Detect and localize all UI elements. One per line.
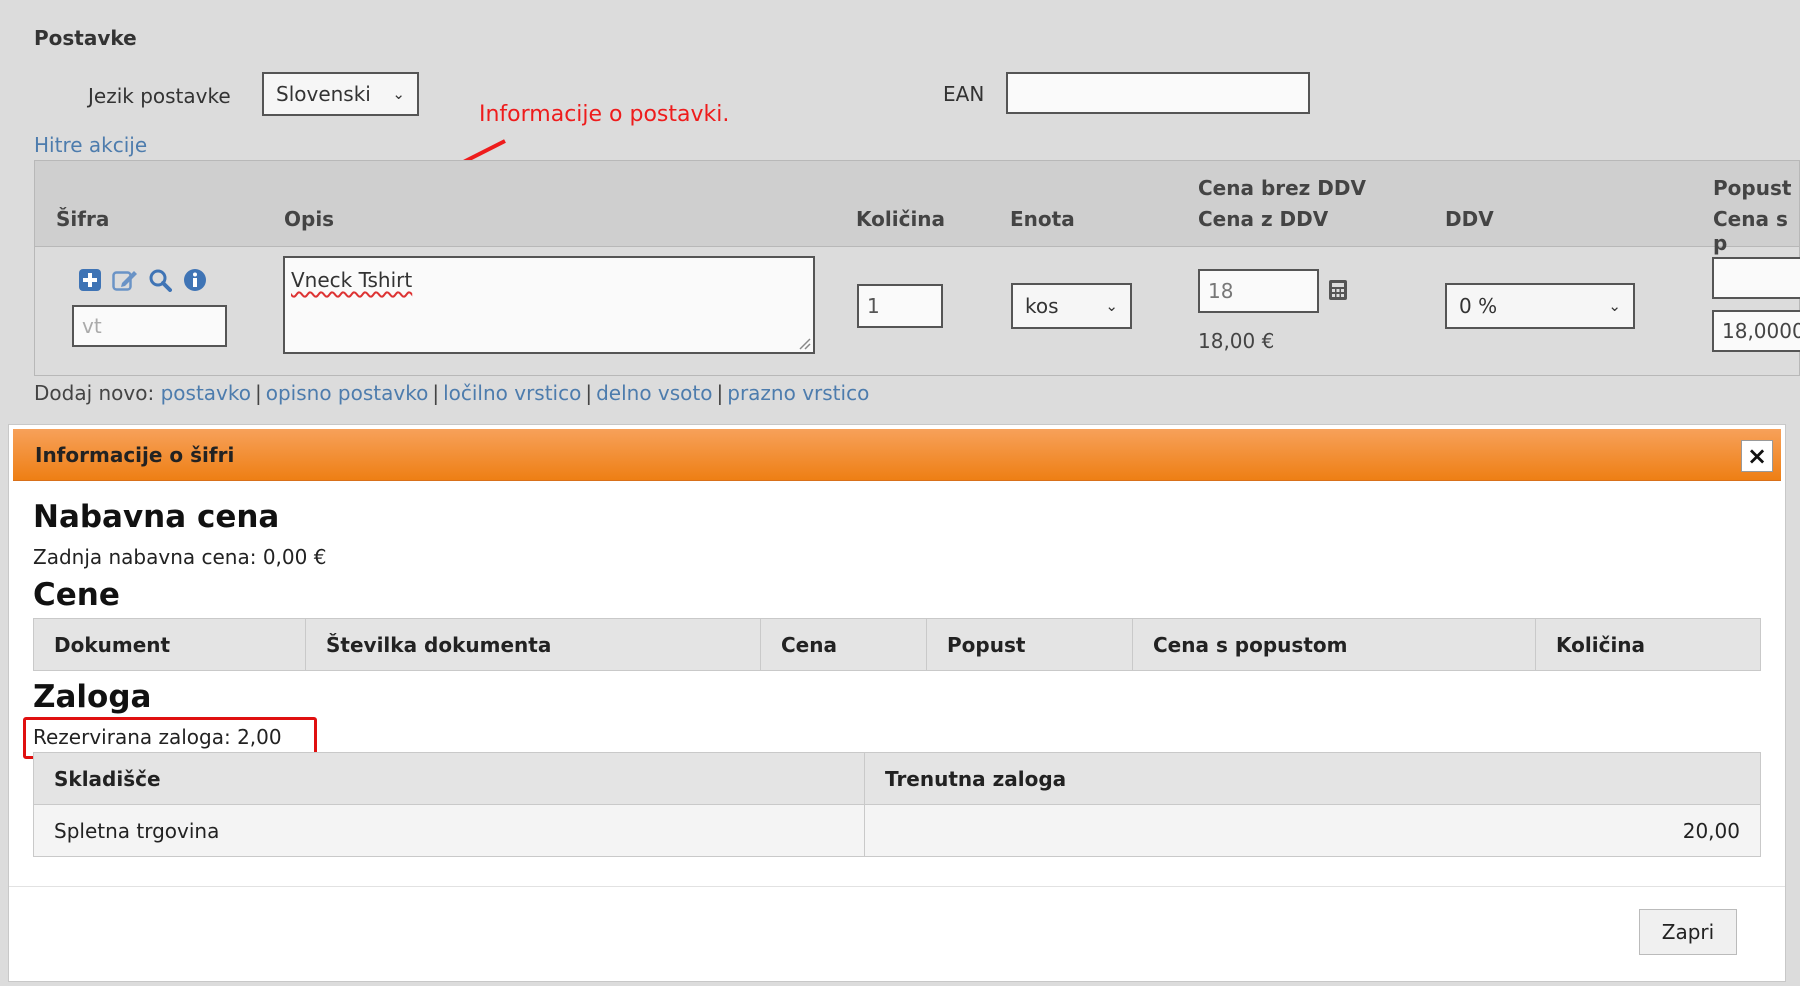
add-item-link[interactable]: postavko — [161, 381, 251, 405]
language-label: Jezik postavke — [88, 84, 231, 108]
add-subtotal-link[interactable]: delno vsoto — [596, 381, 712, 405]
warehouse-name: Spletna trgovina — [33, 804, 865, 857]
info-icon[interactable] — [182, 267, 208, 293]
language-select[interactable]: Slovenski ⌄ — [262, 72, 419, 116]
col-skladisce: Skladišče — [33, 752, 865, 805]
header-sifra: Šifra — [56, 207, 110, 231]
calculator-icon[interactable] — [1328, 279, 1348, 305]
cena-s-popustom-value: 18,0000 — [1722, 319, 1800, 343]
col-cena-s-popustom: Cena s popustom — [1132, 618, 1536, 671]
close-button[interactable]: Zapri — [1639, 909, 1737, 955]
chevron-down-icon: ⌄ — [1608, 297, 1621, 315]
header-cena-brez-ddv: Cena brez DDV — [1198, 176, 1366, 200]
prices-heading: Cene — [33, 577, 120, 613]
stock-heading: Zaloga — [33, 679, 152, 715]
stock-table-header: Skladišče Trenutna zaloga — [33, 752, 1761, 805]
kolicina-input-value: 1 — [867, 294, 880, 318]
cena-input-value: 18 — [1208, 279, 1234, 303]
header-ddv: DDV — [1445, 207, 1494, 231]
sifra-input[interactable]: vt — [72, 305, 227, 347]
table-row: Spletna trgovina 20,00 — [33, 804, 1761, 857]
warehouse-stock: 20,00 — [864, 804, 1761, 857]
add-description-item-link[interactable]: opisno postavko — [266, 381, 429, 405]
modal-title: Informacije o šifri — [35, 443, 235, 467]
add-separator-row-link[interactable]: ločilno vrstico — [443, 381, 581, 405]
language-select-value: Slovenski — [276, 82, 371, 106]
opis-textarea[interactable]: Vneck Tshirt — [283, 256, 815, 354]
edit-icon[interactable] — [112, 267, 138, 293]
col-popust: Popust — [926, 618, 1133, 671]
add-empty-row-link[interactable]: prazno vrstico — [727, 381, 869, 405]
ddv-select-value: 0 % — [1459, 294, 1498, 318]
items-table-header: Šifra Opis Količina Enota Cena brez DDV … — [35, 161, 1799, 255]
col-dokument: Dokument — [33, 618, 306, 671]
sifra-input-value: vt — [82, 314, 102, 338]
purchase-price-heading: Nabavna cena — [33, 499, 280, 535]
col-kolicina: Količina — [1535, 618, 1761, 671]
header-opis: Opis — [284, 207, 335, 231]
add-new-bar: Dodaj novo: postavko | opisno postavko | loč… — [34, 381, 870, 405]
quick-actions-link[interactable]: Hitre akcije — [34, 133, 147, 157]
kolicina-input[interactable]: 1 — [857, 284, 943, 328]
ean-input[interactable] — [1006, 72, 1310, 114]
close-icon[interactable]: × — [1741, 440, 1773, 472]
annotation-text: Informacije o postavki. — [479, 102, 730, 127]
header-kolicina: Količina — [856, 207, 946, 231]
cena-input[interactable]: 18 — [1198, 269, 1319, 313]
items-table: Šifra Opis Količina Enota Cena brez DDV … — [34, 160, 1800, 376]
header-cena-z-ddv: Cena z DDV — [1198, 207, 1329, 231]
add-new-label: Dodaj novo: — [34, 381, 155, 405]
col-stevilka-dokumenta: Številka dokumenta — [305, 618, 761, 671]
chevron-down-icon: ⌄ — [1105, 297, 1118, 315]
chevron-down-icon: ⌄ — [392, 85, 405, 103]
ean-label: EAN — [943, 82, 985, 106]
code-info-modal: Informacije o šifri × Nabavna cena Zadnj… — [8, 424, 1786, 982]
stock-table: Skladišče Trenutna zaloga Spletna trgovi… — [33, 752, 1761, 857]
prices-table-header: Dokument Številka dokumenta Cena Popust … — [33, 618, 1761, 671]
reserved-stock: Rezervirana zaloga: 2,00 — [33, 725, 282, 749]
ddv-select[interactable]: 0 % ⌄ — [1445, 283, 1635, 329]
plus-icon[interactable] — [77, 267, 103, 293]
col-cena: Cena — [760, 618, 927, 671]
resize-handle-icon[interactable] — [797, 336, 811, 350]
prices-table: Dokument Številka dokumenta Cena Popust … — [33, 618, 1761, 671]
cena-s-popustom-input[interactable]: 18,0000 — [1712, 310, 1800, 352]
header-popust: Popust — [1713, 176, 1792, 200]
header-enota: Enota — [1010, 207, 1075, 231]
section-title: Postavke — [34, 26, 137, 50]
modal-footer-divider — [9, 886, 1785, 887]
popust-input[interactable] — [1712, 257, 1800, 299]
header-cena-s-popustom: Cena s p — [1713, 207, 1788, 255]
row-actions — [77, 267, 208, 293]
modal-header: Informacije o šifri × — [13, 429, 1781, 481]
enota-select-value: kos — [1025, 294, 1059, 318]
enota-select[interactable]: kos ⌄ — [1011, 283, 1132, 329]
last-purchase-price: Zadnja nabavna cena: 0,00 € — [33, 545, 327, 569]
cena-z-ddv-value: 18,00 € — [1198, 329, 1275, 353]
opis-textarea-value: Vneck Tshirt — [291, 268, 413, 292]
search-icon[interactable] — [147, 267, 173, 293]
col-trenutna-zaloga: Trenutna zaloga — [864, 752, 1761, 805]
